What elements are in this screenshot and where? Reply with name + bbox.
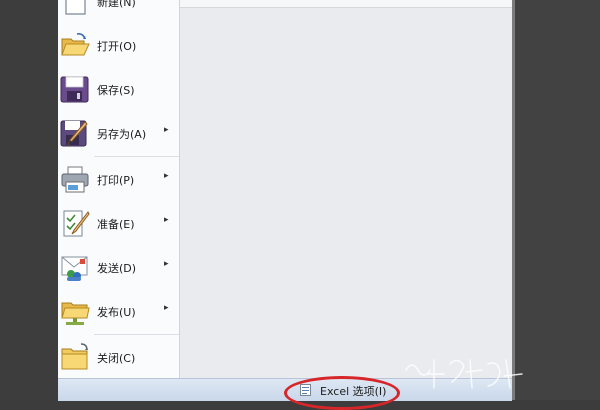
open-folder-icon <box>61 33 90 56</box>
background-left <box>0 0 58 400</box>
new-document-icon <box>65 0 86 15</box>
prepare-icon <box>63 210 90 237</box>
save-disk-icon <box>60 76 89 103</box>
menu-item-label: 打印(P) <box>97 174 135 187</box>
highlight-circle <box>284 376 400 410</box>
menu-item-label: 保存(S) <box>97 84 135 97</box>
command-pane: 新建(N) 打开(O) 保存(S) 另存为(A) ▸ 打印(P) ▸ 准备(E)… <box>58 0 180 378</box>
menu-item-new[interactable]: 新建(N) <box>58 0 179 22</box>
submenu-arrow-icon: ▸ <box>164 215 169 225</box>
menu-item-close[interactable]: 关闭(C) <box>58 338 179 378</box>
menu-item-label: 发送(D) <box>97 262 137 275</box>
submenu-arrow-icon: ▸ <box>164 171 169 181</box>
menu-item-label: 另存为(A) <box>97 128 147 141</box>
menu-item-publish[interactable]: 发布(U) ▸ <box>58 292 179 332</box>
menu-item-print[interactable]: 打印(P) ▸ <box>58 160 179 200</box>
watermark-scribble <box>405 359 523 389</box>
menu-item-label: 打开(O) <box>97 40 137 53</box>
menu-item-label: 发布(U) <box>97 306 136 319</box>
save-as-icon <box>60 120 88 147</box>
recent-documents-pane <box>180 0 512 378</box>
menu-item-save-as[interactable]: 另存为(A) ▸ <box>58 114 179 154</box>
menu-separator <box>94 156 179 157</box>
menu-item-prepare[interactable]: 准备(E) ▸ <box>58 204 179 244</box>
publish-icon <box>61 302 90 325</box>
menu-item-label: 新建(N) <box>97 0 136 9</box>
menu-separator <box>94 334 179 335</box>
submenu-arrow-icon: ▸ <box>164 125 169 135</box>
send-icon <box>61 256 88 281</box>
recent-pane-header <box>180 0 512 8</box>
menu-item-send[interactable]: 发送(D) ▸ <box>58 248 179 288</box>
menu-item-save[interactable]: 保存(S) <box>58 70 179 110</box>
submenu-arrow-icon: ▸ <box>164 259 169 269</box>
menu-item-label: 关闭(C) <box>97 352 136 365</box>
menu-item-open[interactable]: 打开(O) <box>58 26 179 66</box>
menu-item-label: 准备(E) <box>97 218 135 231</box>
submenu-arrow-icon: ▸ <box>164 303 169 313</box>
printer-icon <box>61 166 89 193</box>
close-folder-icon <box>61 343 88 370</box>
